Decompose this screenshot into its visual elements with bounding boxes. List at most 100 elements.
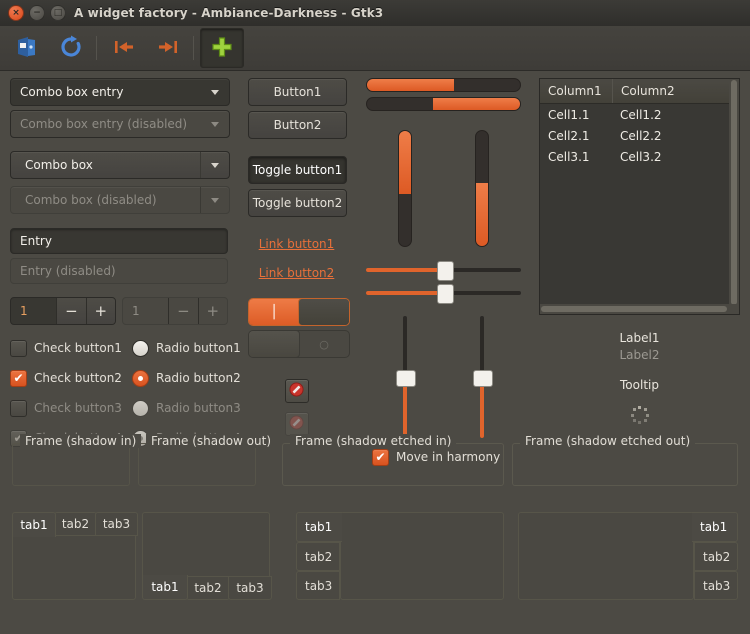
- check-button-2[interactable]: ✔ Check button2: [10, 367, 132, 389]
- notebook-tab-3[interactable]: tab3: [694, 571, 738, 600]
- toolbar-button-add[interactable]: [200, 28, 244, 68]
- radio-button-group: Radio button1 Radio button2 Radio button…: [132, 337, 241, 449]
- horizontal-scrollbar[interactable]: [540, 304, 739, 314]
- cell: Cell1.2: [620, 107, 662, 122]
- entry-field[interactable]: Entry: [10, 228, 228, 254]
- button-2[interactable]: Button2: [248, 111, 347, 139]
- check-button-1-label: Check button1: [34, 341, 122, 355]
- spin-button-increment[interactable]: +: [85, 298, 115, 324]
- scrollbar-thumb[interactable]: [731, 80, 737, 305]
- scale-knob[interactable]: [436, 284, 454, 304]
- close-icon: ×: [12, 7, 20, 18]
- column-header-1[interactable]: Column1: [540, 79, 613, 103]
- frame-shadow-in: Frame (shadow in): [12, 434, 142, 486]
- combo-box[interactable]: Combo box: [10, 151, 230, 179]
- combo-box-entry-disabled: Combo box entry (disabled): [10, 110, 230, 138]
- title-bar: × − □ A widget factory - Ambiance-Darkne…: [0, 0, 750, 27]
- stop-button[interactable]: [284, 379, 309, 403]
- toolbar-button-goto-first[interactable]: [103, 29, 145, 67]
- maximize-button[interactable]: □: [50, 5, 66, 21]
- horizontal-scale-2[interactable]: [366, 284, 521, 304]
- combo-box-entry-disabled-value: Combo box entry (disabled): [20, 117, 188, 131]
- toggle-button-2[interactable]: Toggle button2: [248, 189, 347, 217]
- table-row[interactable]: Cell2.1 Cell2.2: [540, 125, 729, 146]
- radio-button-2-label: Radio button2: [156, 371, 241, 385]
- frame-label: Frame (shadow etched out): [520, 434, 696, 448]
- spin-button-decrement[interactable]: −: [56, 298, 86, 324]
- notebook-tab-3[interactable]: tab3: [95, 512, 138, 536]
- notebook-tab-3[interactable]: tab3: [296, 571, 340, 600]
- spin-button-value[interactable]: 1: [11, 298, 56, 324]
- cell: Cell1.1: [548, 107, 590, 122]
- frame-border: [512, 443, 738, 486]
- tooltip-label[interactable]: Tooltip: [539, 378, 740, 392]
- notebook-tab-2[interactable]: tab2: [186, 576, 230, 600]
- spin-button-disabled-increment: +: [197, 298, 227, 324]
- toolbar: [0, 26, 750, 71]
- progress-bar-2-fill: [432, 98, 520, 110]
- chevron-down-icon[interactable]: [200, 152, 229, 178]
- notebook-tab-2[interactable]: tab2: [54, 512, 97, 536]
- frame-border: [138, 443, 256, 486]
- frame-label: Frame (shadow out): [146, 434, 277, 448]
- table-row[interactable]: Cell3.1 Cell3.2: [540, 146, 729, 167]
- frame-shadow-etched-in: Frame (shadow etched in): [282, 434, 504, 486]
- switch-on[interactable]: │: [248, 298, 350, 326]
- vertical-scale-2[interactable]: [473, 316, 494, 438]
- scrollbar-thumb[interactable]: [541, 306, 727, 312]
- column-progress-scales: ✔ Move in harmony: [366, 78, 521, 468]
- checkbox-icon[interactable]: ✔: [10, 369, 27, 387]
- frame-label: Frame (shadow in): [20, 434, 142, 448]
- scale-knob[interactable]: [436, 261, 454, 281]
- check-button-3-label: Check button3: [34, 401, 122, 415]
- horizontal-scale-1[interactable]: [366, 261, 521, 281]
- combo-box-value: Combo box: [25, 158, 93, 172]
- stop-icon: [289, 382, 304, 400]
- switch-knob[interactable]: [298, 299, 349, 325]
- minimize-button[interactable]: −: [29, 5, 45, 21]
- window-controls: × − □: [0, 5, 66, 21]
- combo-box-entry-value: Combo box entry: [20, 85, 124, 99]
- frame-border: [282, 443, 504, 486]
- toolbar-button-refresh[interactable]: [50, 29, 92, 67]
- notebook-tab-2[interactable]: tab2: [694, 542, 738, 571]
- check-tick-icon: ✔: [13, 371, 24, 385]
- notebook-tab-2[interactable]: tab2: [296, 542, 340, 571]
- radio-button-1[interactable]: Radio button1: [132, 337, 241, 359]
- scale-knob[interactable]: [473, 370, 494, 387]
- button-1[interactable]: Button1: [248, 78, 347, 106]
- chevron-down-icon[interactable]: [201, 79, 229, 105]
- column-header-2[interactable]: Column2: [613, 79, 729, 103]
- scale-knob[interactable]: [395, 370, 416, 387]
- combo-box-entry[interactable]: Combo box entry: [10, 78, 230, 106]
- maximize-icon: □: [53, 7, 63, 18]
- table-row[interactable]: Cell1.1 Cell1.2: [540, 104, 729, 125]
- notebook-pane: [142, 512, 270, 578]
- vertical-scale-1[interactable]: [395, 316, 416, 438]
- vertical-scrollbar[interactable]: [729, 79, 739, 305]
- radio-icon[interactable]: [132, 339, 149, 357]
- radio-icon[interactable]: [132, 369, 149, 387]
- tree-view[interactable]: Column1 Column2 Cell1.1 Cell1.2 Cell2.1 …: [539, 78, 740, 315]
- notebook-tab-1[interactable]: tab1: [142, 575, 188, 600]
- switch-knob: [249, 331, 300, 357]
- progress-bar-vertical-1: [397, 130, 412, 247]
- notebook-tab-1[interactable]: tab1: [12, 512, 56, 537]
- notebook-tab-1[interactable]: tab1: [296, 512, 342, 542]
- notebook-tab-1[interactable]: tab1: [692, 512, 738, 542]
- toggle-button-1[interactable]: Toggle button1: [248, 156, 347, 184]
- checkbox-icon[interactable]: [10, 339, 27, 357]
- link-button-1[interactable]: Link button1: [248, 233, 345, 255]
- check-button-1[interactable]: Check button1: [10, 337, 132, 359]
- notebook-tab-3[interactable]: tab3: [228, 576, 272, 600]
- spin-button[interactable]: 1 − +: [10, 297, 116, 325]
- close-button[interactable]: ×: [8, 5, 24, 21]
- minimize-icon: −: [33, 7, 41, 18]
- toolbar-button-open[interactable]: [6, 29, 48, 67]
- radio-button-2[interactable]: Radio button2: [132, 367, 241, 389]
- combo-box-disabled-value: Combo box (disabled): [25, 193, 157, 207]
- toolbar-button-goto-last[interactable]: [147, 29, 189, 67]
- spinner-icon: [630, 406, 649, 424]
- progress-bar-vertical-2-fill: [476, 182, 489, 246]
- link-button-2[interactable]: Link button2: [248, 262, 345, 284]
